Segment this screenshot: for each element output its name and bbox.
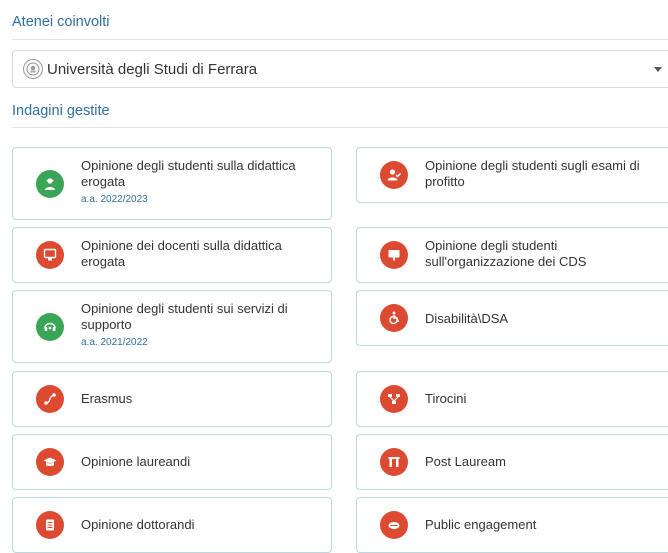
card-opinione-servizi-supporto[interactable]: Opinione degli studenti sui servizi di s…: [12, 290, 332, 363]
indagini-title: Indagini gestite: [12, 103, 110, 119]
card-opinione-studenti-esami[interactable]: Opinione degli studenti sugli esami di p…: [356, 147, 668, 203]
route-icon: [36, 385, 64, 413]
document-icon: [36, 511, 64, 539]
card-tirocini[interactable]: Tirocini: [356, 371, 668, 427]
university-seal-icon: [23, 59, 43, 79]
mortarboard-icon: [36, 448, 64, 476]
card-opinione-laureandi[interactable]: Opinione laureandi: [12, 434, 332, 490]
card-label: Opinione degli studenti sugli esami di p…: [425, 158, 640, 189]
network-icon: [380, 385, 408, 413]
card-post-lauream[interactable]: Post Lauream: [356, 434, 668, 490]
atenei-title: Atenei coinvolti: [12, 14, 110, 30]
gateway-icon: [380, 448, 408, 476]
teacher-board-icon: [36, 241, 64, 269]
wheelchair-icon: [380, 304, 408, 332]
chevron-down-icon[interactable]: [654, 67, 662, 72]
presentation-icon: [380, 241, 408, 269]
divider: [12, 127, 668, 128]
card-opinione-organizzazione-cds[interactable]: Opinione degli studenti sull'organizzazi…: [356, 227, 668, 283]
card-label: Erasmus: [81, 391, 133, 406]
card-opinione-studenti-didattica[interactable]: Opinione degli studenti sulla didattica …: [12, 147, 332, 220]
handshake-icon: [380, 511, 408, 539]
card-label: Opinione degli studenti sulla didattica …: [81, 158, 296, 189]
card-label: Opinione degli studenti sull'organizzazi…: [425, 238, 587, 269]
card-sub: a.a. 2021/2022: [81, 337, 148, 348]
ateneo-select-value: Università degli Studi di Ferrara: [47, 60, 258, 78]
card-erasmus[interactable]: Erasmus: [12, 371, 332, 427]
card-label: Public engagement: [425, 517, 537, 532]
card-label: Opinione laureandi: [81, 454, 191, 469]
card-label: Post Lauream: [425, 454, 506, 469]
card-label: Tirocini: [425, 391, 467, 406]
ateneo-select[interactable]: Università degli Studi di Ferrara: [12, 50, 668, 88]
card-label: Opinione dottorandi: [81, 517, 195, 532]
card-label: Opinione dei docenti sulla didattica ero…: [81, 238, 282, 269]
card-label: Disabilità\DSA: [425, 311, 509, 326]
headset-icon: [36, 312, 64, 341]
card-opinione-docenti[interactable]: Opinione dei docenti sulla didattica ero…: [12, 227, 332, 283]
card-disabilita-dsa[interactable]: Disabilità\DSA: [356, 290, 668, 346]
card-label: Opinione degli studenti sui servizi di s…: [81, 301, 288, 332]
card-sub: a.a. 2022/2023: [81, 194, 148, 205]
divider: [12, 39, 668, 40]
user-check-icon: [380, 161, 408, 189]
graduate-icon: [36, 169, 64, 198]
